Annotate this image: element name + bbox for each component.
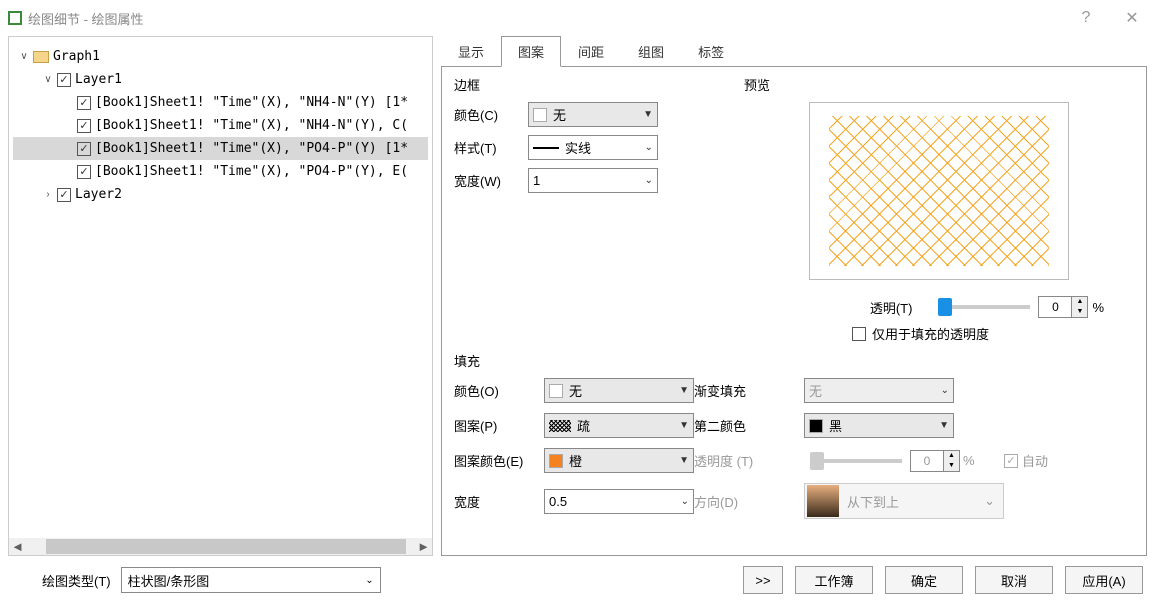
help-button[interactable]: ?	[1063, 0, 1109, 36]
tree-item[interactable]: ✓ [Book1]Sheet1! "Time"(X), "PO4-P"(Y), …	[13, 160, 428, 183]
workbook-button[interactable]: 工作簿	[795, 566, 873, 594]
border-legend: 边框	[454, 75, 744, 94]
border-color-combo[interactable]: 无 ▼	[528, 102, 658, 127]
fill-color-label: 颜色(O)	[454, 381, 544, 400]
chevron-down-icon: ▼	[679, 455, 689, 466]
tree-panel: ∨ Graph1 ∨ ✓ Layer1 ✓ [Book1]Sheet1! "Ti…	[8, 36, 433, 556]
chevron-down-icon: ⌄	[984, 493, 995, 509]
checkbox[interactable]: ✓	[57, 73, 71, 87]
chevron-down-icon: ▼	[679, 385, 689, 396]
tree-graph-root[interactable]: ∨ Graph1	[13, 45, 428, 68]
transparency-label: 透明(T)	[870, 298, 913, 317]
folder-icon	[33, 51, 49, 63]
checkbox[interactable]: ✓	[77, 96, 91, 110]
preview-legend: 预览	[744, 75, 1134, 94]
direction-combo: 从下到上 ⌄	[804, 483, 1004, 519]
ok-button[interactable]: 确定	[885, 566, 963, 594]
fill-width-combo[interactable]: 0.5 ⌄	[544, 489, 694, 514]
second-color-combo[interactable]: 黑 ▼	[804, 413, 954, 438]
border-width-label: 宽度(W)	[454, 171, 528, 190]
border-style-combo[interactable]: 实线 ⌄	[528, 135, 658, 160]
chevron-down-icon: ⌄	[941, 385, 949, 396]
tree-layer2[interactable]: › ✓ Layer2	[13, 183, 428, 206]
fill-legend: 填充	[454, 351, 1134, 370]
tree-item-selected[interactable]: ✓ [Book1]Sheet1! "Time"(X), "PO4-P"(Y) […	[13, 137, 428, 160]
tree-layer1[interactable]: ∨ ✓ Layer1	[13, 68, 428, 91]
color-swatch-none-icon	[549, 384, 563, 398]
fill-pattern-label: 图案(P)	[454, 416, 544, 435]
gradient-combo[interactable]: 无 ⌄	[804, 378, 954, 403]
plot-type-label: 绘图类型(T)	[42, 571, 111, 590]
transparency-value[interactable]	[1039, 297, 1071, 317]
tab-group[interactable]: 组图	[621, 36, 681, 67]
fill-color-combo[interactable]: 无 ▼	[544, 378, 694, 403]
pattern-color-combo[interactable]: 橙 ▼	[544, 448, 694, 473]
fill-only-checkbox[interactable]	[852, 327, 866, 341]
checkbox[interactable]: ✓	[77, 119, 91, 133]
apply-button[interactable]: 应用(A)	[1065, 566, 1143, 594]
border-color-label: 颜色(C)	[454, 105, 528, 124]
chevron-down-icon: ⌄	[681, 496, 689, 507]
chevron-down-icon: ▼	[643, 109, 653, 120]
preview-box	[809, 102, 1069, 280]
chevron-down-icon[interactable]: ∨	[41, 74, 55, 85]
plot-type-combo[interactable]: 柱状图/条形图 ⌄	[121, 567, 381, 593]
fill-only-label: 仅用于填充的透明度	[872, 324, 989, 343]
tab-label[interactable]: 标签	[681, 36, 741, 67]
auto-checkbox: ✓自动	[1004, 451, 1084, 470]
gradient-swatch-icon	[807, 485, 839, 517]
chevron-right-icon[interactable]: ›	[41, 189, 55, 200]
checkbox[interactable]: ✓	[77, 165, 91, 179]
direction-label: 方向(D)	[694, 492, 804, 511]
tab-pattern[interactable]: 图案	[501, 36, 561, 67]
chevron-down-icon: ⌄	[645, 142, 653, 153]
border-style-label: 样式(T)	[454, 138, 528, 157]
chevron-down-icon: ▼	[939, 420, 949, 431]
scroll-right-icon[interactable]: ►	[415, 538, 432, 555]
transparency-spinner[interactable]: ▲▼	[1038, 296, 1088, 318]
titlebar: 绘图细节 - 绘图属性 ? ✕	[0, 0, 1155, 36]
app-icon	[8, 11, 22, 25]
gradient-label: 渐变填充	[694, 381, 804, 400]
tab-spacing[interactable]: 间距	[561, 36, 621, 67]
line-solid-icon	[533, 147, 559, 149]
color-swatch-none-icon	[533, 108, 547, 122]
preview-pattern	[829, 116, 1049, 266]
chevron-down-icon[interactable]: ∨	[17, 51, 31, 62]
transparency2-slider	[812, 459, 902, 463]
transparency2-spinner: ▲▼	[910, 450, 960, 472]
horizontal-scrollbar[interactable]: ◄ ►	[9, 538, 432, 555]
second-color-label: 第二颜色	[694, 416, 804, 435]
pattern-color-label: 图案颜色(E)	[454, 451, 544, 470]
window-title: 绘图细节 - 绘图属性	[28, 9, 144, 28]
chevron-down-icon: ⌄	[645, 175, 653, 186]
color-swatch-black-icon	[809, 419, 823, 433]
chevron-down-icon: ⌄	[365, 575, 373, 586]
tree-item[interactable]: ✓ [Book1]Sheet1! "Time"(X), "NH4-N"(Y) […	[13, 91, 428, 114]
checkbox[interactable]: ✓	[57, 188, 71, 202]
fill-width-label: 宽度	[454, 492, 544, 511]
close-button[interactable]: ✕	[1109, 0, 1155, 36]
fill-pattern-combo[interactable]: 疏 ▼	[544, 413, 694, 438]
transparency-slider[interactable]	[940, 305, 1030, 309]
tabstrip: 显示 图案 间距 组图 标签	[441, 36, 1147, 67]
tree-item[interactable]: ✓ [Book1]Sheet1! "Time"(X), "NH4-N"(Y), …	[13, 114, 428, 137]
expand-button[interactable]: >>	[743, 566, 783, 594]
border-width-combo[interactable]: 1 ⌄	[528, 168, 658, 193]
tab-display[interactable]: 显示	[441, 36, 501, 67]
cancel-button[interactable]: 取消	[975, 566, 1053, 594]
chevron-down-icon: ▼	[679, 420, 689, 431]
scroll-thumb[interactable]	[46, 539, 406, 554]
checkbox[interactable]: ✓	[77, 142, 91, 156]
transparency2-label: 透明度 (T)	[694, 451, 804, 470]
color-swatch-orange-icon	[549, 454, 563, 468]
pattern-swatch-icon	[549, 420, 571, 432]
scroll-left-icon[interactable]: ◄	[9, 538, 26, 555]
